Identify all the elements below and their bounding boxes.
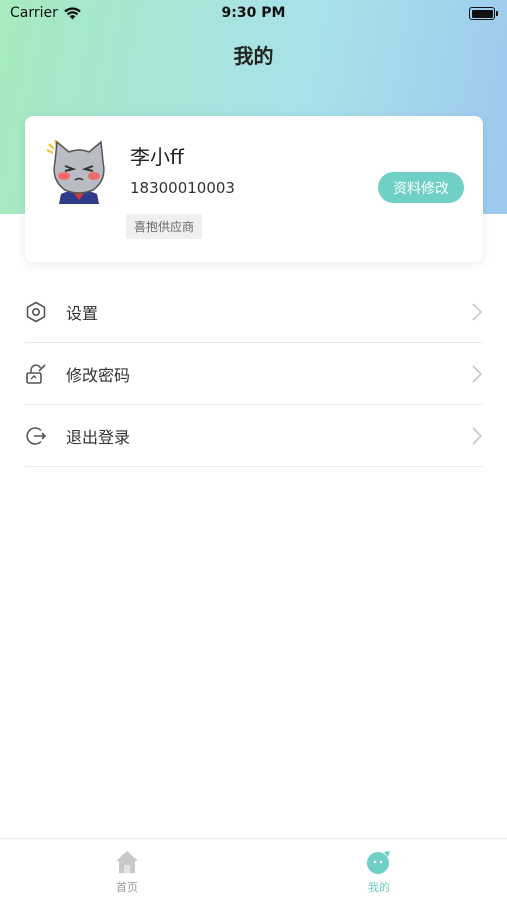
- menu-item-label: 修改密码: [66, 365, 131, 385]
- cat-avatar-icon: [46, 139, 105, 204]
- tab-bar: 首页 我的: [0, 838, 507, 900]
- menu-item-logout[interactable]: 退出登录: [25, 405, 483, 467]
- menu-item-settings[interactable]: 设置: [25, 281, 483, 343]
- home-icon: [116, 851, 138, 873]
- edit-profile-button[interactable]: 资料修改: [378, 172, 464, 203]
- user-phone: 18300010003: [130, 179, 235, 197]
- menu-item-change-password[interactable]: 修改密码: [25, 343, 483, 405]
- profile-face-icon: [367, 851, 390, 874]
- tab-home[interactable]: 首页: [87, 849, 167, 895]
- menu-list: 设置 修改密码 退出登录: [25, 281, 483, 467]
- chevron-right-icon: [472, 303, 483, 321]
- tab-mine-label: 我的: [368, 881, 390, 894]
- user-name: 李小ff: [130, 145, 184, 169]
- lock-edit-icon: [26, 363, 46, 384]
- status-bar: Carrier 9:30 PM: [0, 0, 507, 28]
- menu-item-label: 设置: [66, 303, 99, 323]
- chevron-right-icon: [472, 365, 483, 383]
- hexagon-settings-icon: [26, 301, 46, 322]
- tab-mine[interactable]: 我的: [339, 849, 419, 895]
- page-title: 我的: [233, 44, 274, 68]
- role-badge: 喜抱供应商: [126, 214, 203, 239]
- menu-item-label: 退出登录: [66, 427, 131, 447]
- logout-icon: [26, 426, 47, 445]
- status-time: 9:30 PM: [221, 5, 286, 21]
- profile-card: 李小ff 18300010003 喜抱供应商 资料修改: [25, 116, 483, 262]
- battery-icon: [469, 7, 498, 20]
- chevron-right-icon: [472, 427, 483, 445]
- tab-home-label: 首页: [116, 881, 138, 894]
